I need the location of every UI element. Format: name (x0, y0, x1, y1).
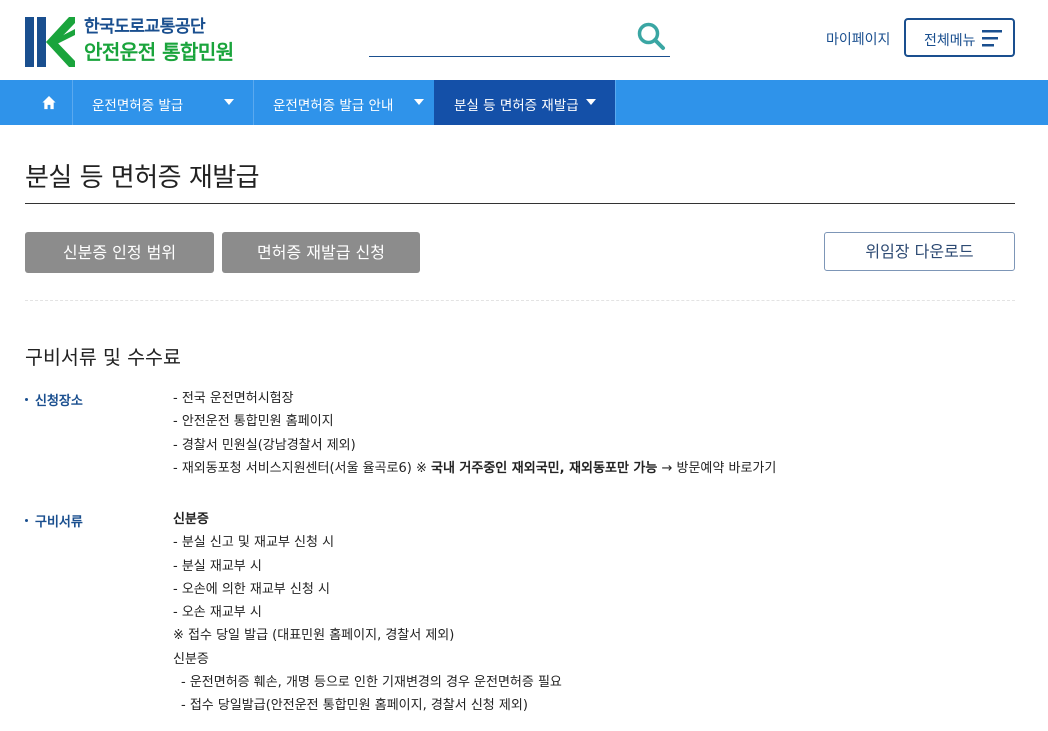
mypage-link[interactable]: 마이페이지 (826, 29, 890, 49)
place-line-overseas: - 재외동포청 서비스지원센터(서울 율곡로6) ※ 국내 거주중인 재외국민,… (173, 457, 776, 480)
search-box (369, 18, 670, 57)
docs-line: 신분증 (173, 512, 209, 527)
all-menu-button[interactable]: 전체메뉴 (904, 18, 1015, 57)
docs-label-text: 구비서류 (35, 515, 83, 530)
nav-home-button[interactable] (25, 80, 73, 125)
main-nav: 운전면허증 발급 운전면허증 발급 안내 분실 등 면허증 재발급 (0, 80, 1048, 125)
docs-line: - 접수 당일발급(안전운전 통합민원 홈페이지, 경찰서 신청 제외) (181, 698, 528, 714)
docs-content: 신분증 - 분실 신고 및 재교부 신청 시 - 분실 재교부 시 - 오손에 … (173, 508, 562, 718)
reissue-apply-button[interactable]: 면허증 재발급 신청 (222, 232, 420, 273)
nav-divider (615, 80, 616, 125)
overseas-prefix: - 재외동포청 서비스지원센터(서울 율곡로6) ※ (173, 460, 431, 476)
logo-text[interactable]: 한국도로교통공단 안전운전 통합민원 (84, 16, 234, 66)
nav-item-license-issue[interactable]: 운전면허증 발급 (72, 80, 253, 125)
caret-down-icon (414, 99, 424, 105)
visit-reservation-link[interactable]: → 방문예약 바로가기 (657, 461, 776, 476)
search-input[interactable] (369, 18, 629, 55)
docs-line: - 운전면허증 훼손, 개명 등으로 인한 기재변경의 경우 운전면허증 필요 (181, 675, 562, 691)
section-title: 구비서류 및 수수료 (25, 346, 181, 369)
logo-service-name: 안전운전 통합민원 (84, 40, 234, 64)
nav-item-label: 운전면허증 발급 (92, 98, 184, 114)
place-label-text: 신청장소 (35, 394, 83, 409)
docs-line: - 분실 재교부 시 (173, 558, 262, 574)
title-divider (25, 203, 1015, 204)
docs-label: 구비서류 (25, 511, 83, 530)
docs-line: ※ 접수 당일 발급 (대표민원 홈페이지, 경찰서 제외) (173, 628, 455, 644)
docs-line: 신분증 (173, 651, 209, 667)
home-icon (42, 95, 56, 110)
page-title: 분실 등 면허증 재발급 (25, 163, 260, 193)
docs-line: - 오손에 의한 재교부 신청 시 (173, 581, 330, 597)
docs-line: - 분실 신고 및 재교부 신청 시 (173, 535, 335, 551)
bullet-icon (25, 519, 28, 522)
logo-org-name: 한국도로교통공단 (84, 17, 206, 37)
docs-line: - 오손 재교부 시 (173, 605, 262, 621)
site-header: 한국도로교통공단 안전운전 통합민원 마이페이지 전체메뉴 (0, 0, 1048, 80)
section-divider (25, 300, 1015, 301)
all-menu-label: 전체메뉴 (924, 33, 976, 49)
bullet-icon (25, 398, 28, 401)
place-line: - 전국 운전면허시험장 (173, 391, 294, 406)
caret-down-icon (224, 99, 234, 105)
nav-item-label: 운전면허증 발급 안내 (273, 98, 394, 114)
power-of-attorney-download-button[interactable]: 위임장 다운로드 (824, 232, 1015, 271)
place-content: - 전국 운전면허시험장 - 안전운전 통합민원 홈페이지 - 경찰서 민원실(… (173, 387, 776, 480)
nav-item-license-guide[interactable]: 운전면허증 발급 안내 (253, 80, 435, 125)
place-line: - 안전운전 통합민원 홈페이지 (173, 414, 334, 430)
overseas-notice: 국내 거주중인 재외국민, 재외동포만 가능 (430, 460, 658, 476)
nav-item-license-reissue[interactable]: 분실 등 면허증 재발급 (434, 80, 615, 125)
hamburger-icon (982, 30, 1002, 47)
place-label: 신청장소 (25, 390, 83, 409)
identity-scope-button[interactable]: 신분증 인정 범위 (25, 232, 214, 273)
koroad-logo-icon[interactable] (25, 17, 75, 67)
place-line: - 경찰서 민원실(강남경찰서 제외) (173, 437, 356, 453)
nav-item-label: 분실 등 면허증 재발급 (454, 98, 579, 114)
caret-down-icon (586, 99, 596, 105)
search-icon[interactable] (636, 21, 666, 51)
